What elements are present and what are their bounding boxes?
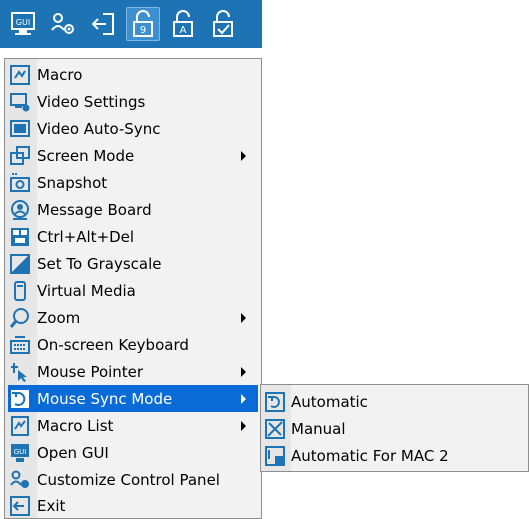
submenu-item-automatic-for-mac-2[interactable]: Automatic For MAC 2 [264,442,526,469]
hotkey-a-button[interactable]: A [166,7,200,41]
menu-item-label: On-screen Keyboard [37,335,189,354]
svg-text:A: A [180,25,187,36]
svg-text:9: 9 [140,25,146,36]
menu-item-video-auto-sync[interactable]: Video Auto-Sync [8,115,258,142]
submenu-item-label: Automatic [291,392,368,411]
menu-item-on-screen-keyboard[interactable]: On-screen Keyboard [8,331,258,358]
video-settings-icon [9,91,31,113]
customize-panel-icon [51,13,74,34]
menu-item-zoom[interactable]: Zoom [8,304,258,331]
menu-item-label: Customize Control Panel [37,470,220,489]
submenu-arrow-icon [241,366,246,377]
menu-item-open-gui[interactable]: GUI Open GUI [8,439,258,466]
message-board-icon [9,199,31,221]
svg-text:GUI: GUI [16,18,30,27]
menu-item-ctrl-alt-del[interactable]: Ctrl+Alt+Del [8,223,258,250]
menu-item-label: Exit [37,496,66,515]
virtual-media-icon [9,280,31,302]
control-panel-toolbar: GUI 9 A [0,0,262,48]
menu-item-label: Video Auto-Sync [37,119,161,138]
exit-icon [9,495,31,517]
keyboard-icon [9,334,31,356]
mouse-pointer-icon [9,361,31,383]
menu-item-label: Macro List [37,416,114,435]
customize-panel-button[interactable] [46,7,80,41]
hotkey-check-icon [213,10,233,37]
hotkey-check-button[interactable] [206,7,240,41]
mouse-sync-mode-submenu: Automatic Manual Automatic For MAC 2 [260,384,529,472]
snapshot-icon [9,172,31,194]
menu-item-macro-list[interactable]: Macro List [8,412,258,439]
submenu-item-label: Automatic For MAC 2 [291,446,449,465]
menu-item-label: Mouse Pointer [37,362,144,381]
menu-item-label: Ctrl+Alt+Del [37,227,135,246]
submenu-arrow-icon [241,312,246,323]
customize-icon [9,469,31,491]
video-auto-sync-icon [9,118,31,140]
svg-text:GUI: GUI [14,448,27,456]
menu-item-label: Virtual Media [37,281,136,300]
submenu-arrow-icon [241,150,246,161]
menu-item-mouse-sync-mode[interactable]: Mouse Sync Mode [8,385,258,412]
menu-item-video-settings[interactable]: Video Settings [8,88,258,115]
menu-item-label: Message Board [37,200,152,219]
menu-item-label: Set To Grayscale [37,254,162,273]
menu-item-label: Macro [37,65,83,84]
menu-item-virtual-media[interactable]: Virtual Media [8,277,258,304]
control-panel-menu: Macro Video Settings Video Auto-Sync Scr… [4,58,262,519]
menu-item-label: Zoom [37,308,81,327]
hotkey-a-icon: A [173,10,193,37]
menu-item-set-to-grayscale[interactable]: Set To Grayscale [8,250,258,277]
automatic-sync-icon [264,391,286,413]
hotkey-9-icon: 9 [133,10,153,37]
gui-button[interactable]: GUI [6,7,40,41]
ctrl-alt-del-icon [9,226,31,248]
submenu-item-label: Manual [291,419,346,438]
menu-item-mouse-pointer[interactable]: Mouse Pointer [8,358,258,385]
menu-item-label: Snapshot [37,173,108,192]
macro-list-icon [9,415,31,437]
exit-icon [91,13,114,35]
submenu-arrow-icon [241,420,246,431]
menu-item-label: Mouse Sync Mode [37,389,173,408]
mac-sync-icon [264,445,286,467]
menu-item-label: Open GUI [37,443,109,462]
screen-mode-icon [9,145,31,167]
hotkey-9-button[interactable]: 9 [126,7,160,41]
menu-item-message-board[interactable]: Message Board [8,196,258,223]
manual-sync-icon [264,418,286,440]
menu-item-snapshot[interactable]: Snapshot [8,169,258,196]
menu-item-macro[interactable]: Macro [8,61,258,88]
macro-icon [9,64,31,86]
mouse-sync-icon [9,388,31,410]
open-gui-icon: GUI [9,442,31,464]
gui-icon: GUI [11,12,35,35]
submenu-arrow-icon [241,393,246,404]
menu-item-label: Video Settings [37,92,146,111]
grayscale-icon [9,253,31,275]
submenu-item-manual[interactable]: Manual [264,415,526,442]
zoom-icon [9,307,31,329]
exit-button[interactable] [86,7,120,41]
menu-item-screen-mode[interactable]: Screen Mode [8,142,258,169]
submenu-item-automatic[interactable]: Automatic [264,388,526,415]
menu-item-label: Screen Mode [37,146,135,165]
menu-item-exit[interactable]: Exit [8,492,258,519]
menu-item-customize-control-panel[interactable]: Customize Control Panel [8,466,258,493]
